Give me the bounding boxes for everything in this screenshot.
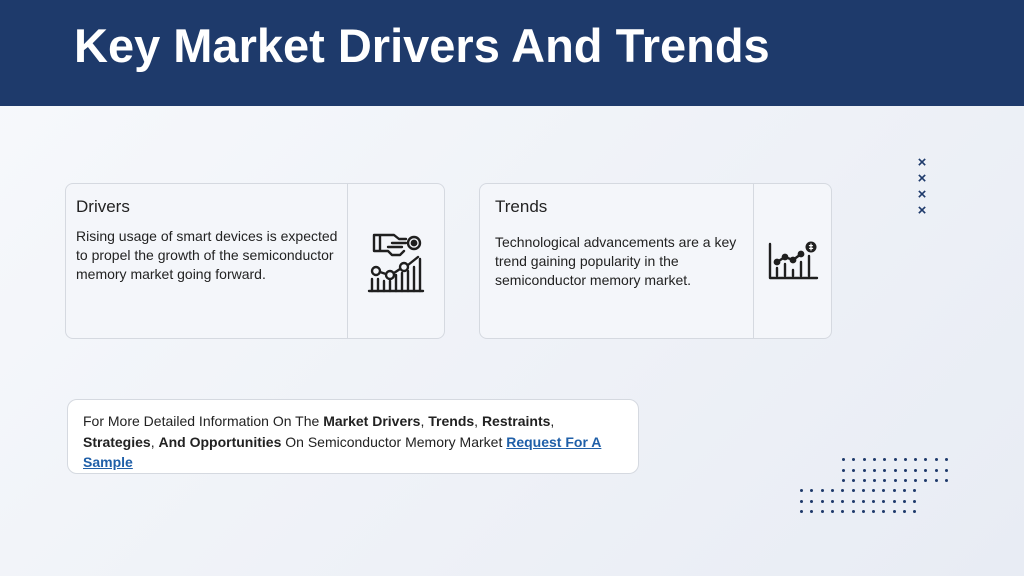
- decorative-dot: [861, 489, 865, 492]
- x-mark-icon: ×: [917, 154, 927, 171]
- info-market-drivers: Market Drivers: [323, 413, 421, 429]
- decorative-dot: [851, 489, 855, 492]
- decorative-dot: [872, 499, 876, 503]
- trends-text: Trends Technological advancements are a …: [480, 184, 753, 338]
- decorative-dot: [882, 510, 886, 513]
- decorative-dot: [830, 499, 834, 503]
- decorative-dot: [851, 499, 855, 503]
- decorative-dot: [810, 510, 814, 513]
- decorative-dot: [883, 468, 887, 472]
- trends-icon-panel: [753, 184, 831, 338]
- decorative-dot: [830, 510, 834, 513]
- trends-description: Technological advancements are a key tre…: [495, 234, 737, 288]
- decorative-dot: [945, 479, 948, 482]
- decorative-dot: [903, 499, 906, 503]
- more-info-box: For More Detailed Information On The Mar…: [67, 399, 639, 474]
- decorative-dot: [820, 489, 824, 492]
- decorative-dot: [903, 489, 906, 492]
- decorative-dot: [820, 499, 824, 503]
- x-mark-icon: ×: [917, 186, 927, 203]
- decorative-dot: [913, 510, 917, 513]
- info-trends: Trends: [428, 413, 475, 429]
- decorative-dot: [862, 458, 866, 461]
- decorative-dot: [914, 458, 918, 461]
- decorative-dot: [924, 468, 928, 472]
- decorative-x-marks: × × × ×: [914, 155, 930, 219]
- decorative-dot: [934, 458, 938, 461]
- info-restraints: Restraints: [481, 413, 551, 429]
- decorative-dot: [841, 489, 845, 492]
- decorative-dot: [924, 458, 928, 461]
- drivers-description: Rising usage of smart devices is expecte…: [76, 228, 338, 282]
- decorative-dot: [842, 479, 845, 482]
- drivers-icon-panel: [347, 184, 444, 338]
- decorative-dot: [841, 510, 845, 513]
- info-sep: ,: [474, 413, 482, 429]
- decorative-dot: [830, 489, 834, 492]
- decorative-dot: [892, 489, 896, 492]
- decorative-dot: [892, 510, 896, 513]
- decorative-dot: [903, 458, 907, 461]
- drivers-card: Drivers Rising usage of smart devices is…: [65, 183, 445, 339]
- decorative-dot: [934, 479, 938, 482]
- page-title: Key Market Drivers And Trends: [74, 19, 770, 72]
- decorative-dot: [934, 468, 938, 472]
- decorative-dot: [842, 458, 845, 461]
- decorative-dot: [913, 499, 917, 503]
- decorative-dot: [914, 479, 918, 482]
- info-strategies: Strategies: [83, 433, 151, 450]
- x-mark-icon: ×: [917, 170, 927, 187]
- growth-chart-icon: [768, 241, 818, 280]
- decorative-dot: [882, 499, 886, 503]
- decorative-dot: [861, 510, 865, 513]
- decorative-dot: [872, 489, 876, 492]
- decorative-dot: [810, 499, 814, 503]
- decorative-dot: [914, 468, 918, 472]
- decorative-dot: [872, 468, 876, 472]
- decorative-dot: [883, 479, 887, 482]
- decorative-dot: [852, 458, 856, 461]
- trends-title: Trends: [495, 197, 548, 216]
- decorative-dot: [800, 489, 803, 492]
- info-suffix: On Semiconductor Memory Market: [281, 433, 507, 450]
- decorative-dot: [862, 468, 866, 472]
- drivers-text: Drivers Rising usage of smart devices is…: [66, 184, 348, 338]
- hand-network-icon: [367, 233, 425, 293]
- decorative-dot: [903, 468, 907, 472]
- decorative-dot: [872, 458, 876, 461]
- decorative-dot: [883, 458, 887, 461]
- decorative-dot: [841, 499, 845, 503]
- decorative-dot: [810, 489, 814, 492]
- decorative-dot: [903, 510, 906, 513]
- x-mark-icon: ×: [917, 202, 927, 219]
- decorative-dot: [842, 468, 845, 472]
- trends-card: Trends Technological advancements are a …: [479, 183, 832, 339]
- header-banner: Key Market Drivers And Trends: [0, 0, 1024, 106]
- decorative-dot: [945, 458, 948, 461]
- decorative-dot: [852, 468, 856, 472]
- info-sep: ,: [550, 413, 555, 429]
- decorative-dot: [851, 510, 855, 513]
- decorative-dot: [893, 458, 897, 461]
- decorative-dot: [852, 479, 856, 482]
- decorative-dot: [892, 499, 896, 503]
- decorative-dot: [913, 489, 917, 492]
- decorative-dot: [800, 499, 803, 503]
- decorative-dot: [872, 510, 876, 513]
- decorative-dot: [893, 468, 897, 472]
- info-prefix: For More Detailed Information On The: [83, 413, 324, 429]
- decorative-dot: [924, 479, 928, 482]
- decorative-dot: [861, 499, 865, 503]
- drivers-title: Drivers: [76, 197, 130, 216]
- decorative-dot: [903, 479, 907, 482]
- decorative-dot: [800, 510, 803, 513]
- info-opportunities: And Opportunities: [158, 433, 282, 450]
- decorative-dot: [862, 479, 866, 482]
- decorative-dot: [872, 479, 876, 482]
- decorative-dot: [820, 510, 824, 513]
- decorative-dot: [945, 468, 948, 472]
- decorative-dot: [893, 479, 897, 482]
- decorative-dot: [882, 489, 886, 492]
